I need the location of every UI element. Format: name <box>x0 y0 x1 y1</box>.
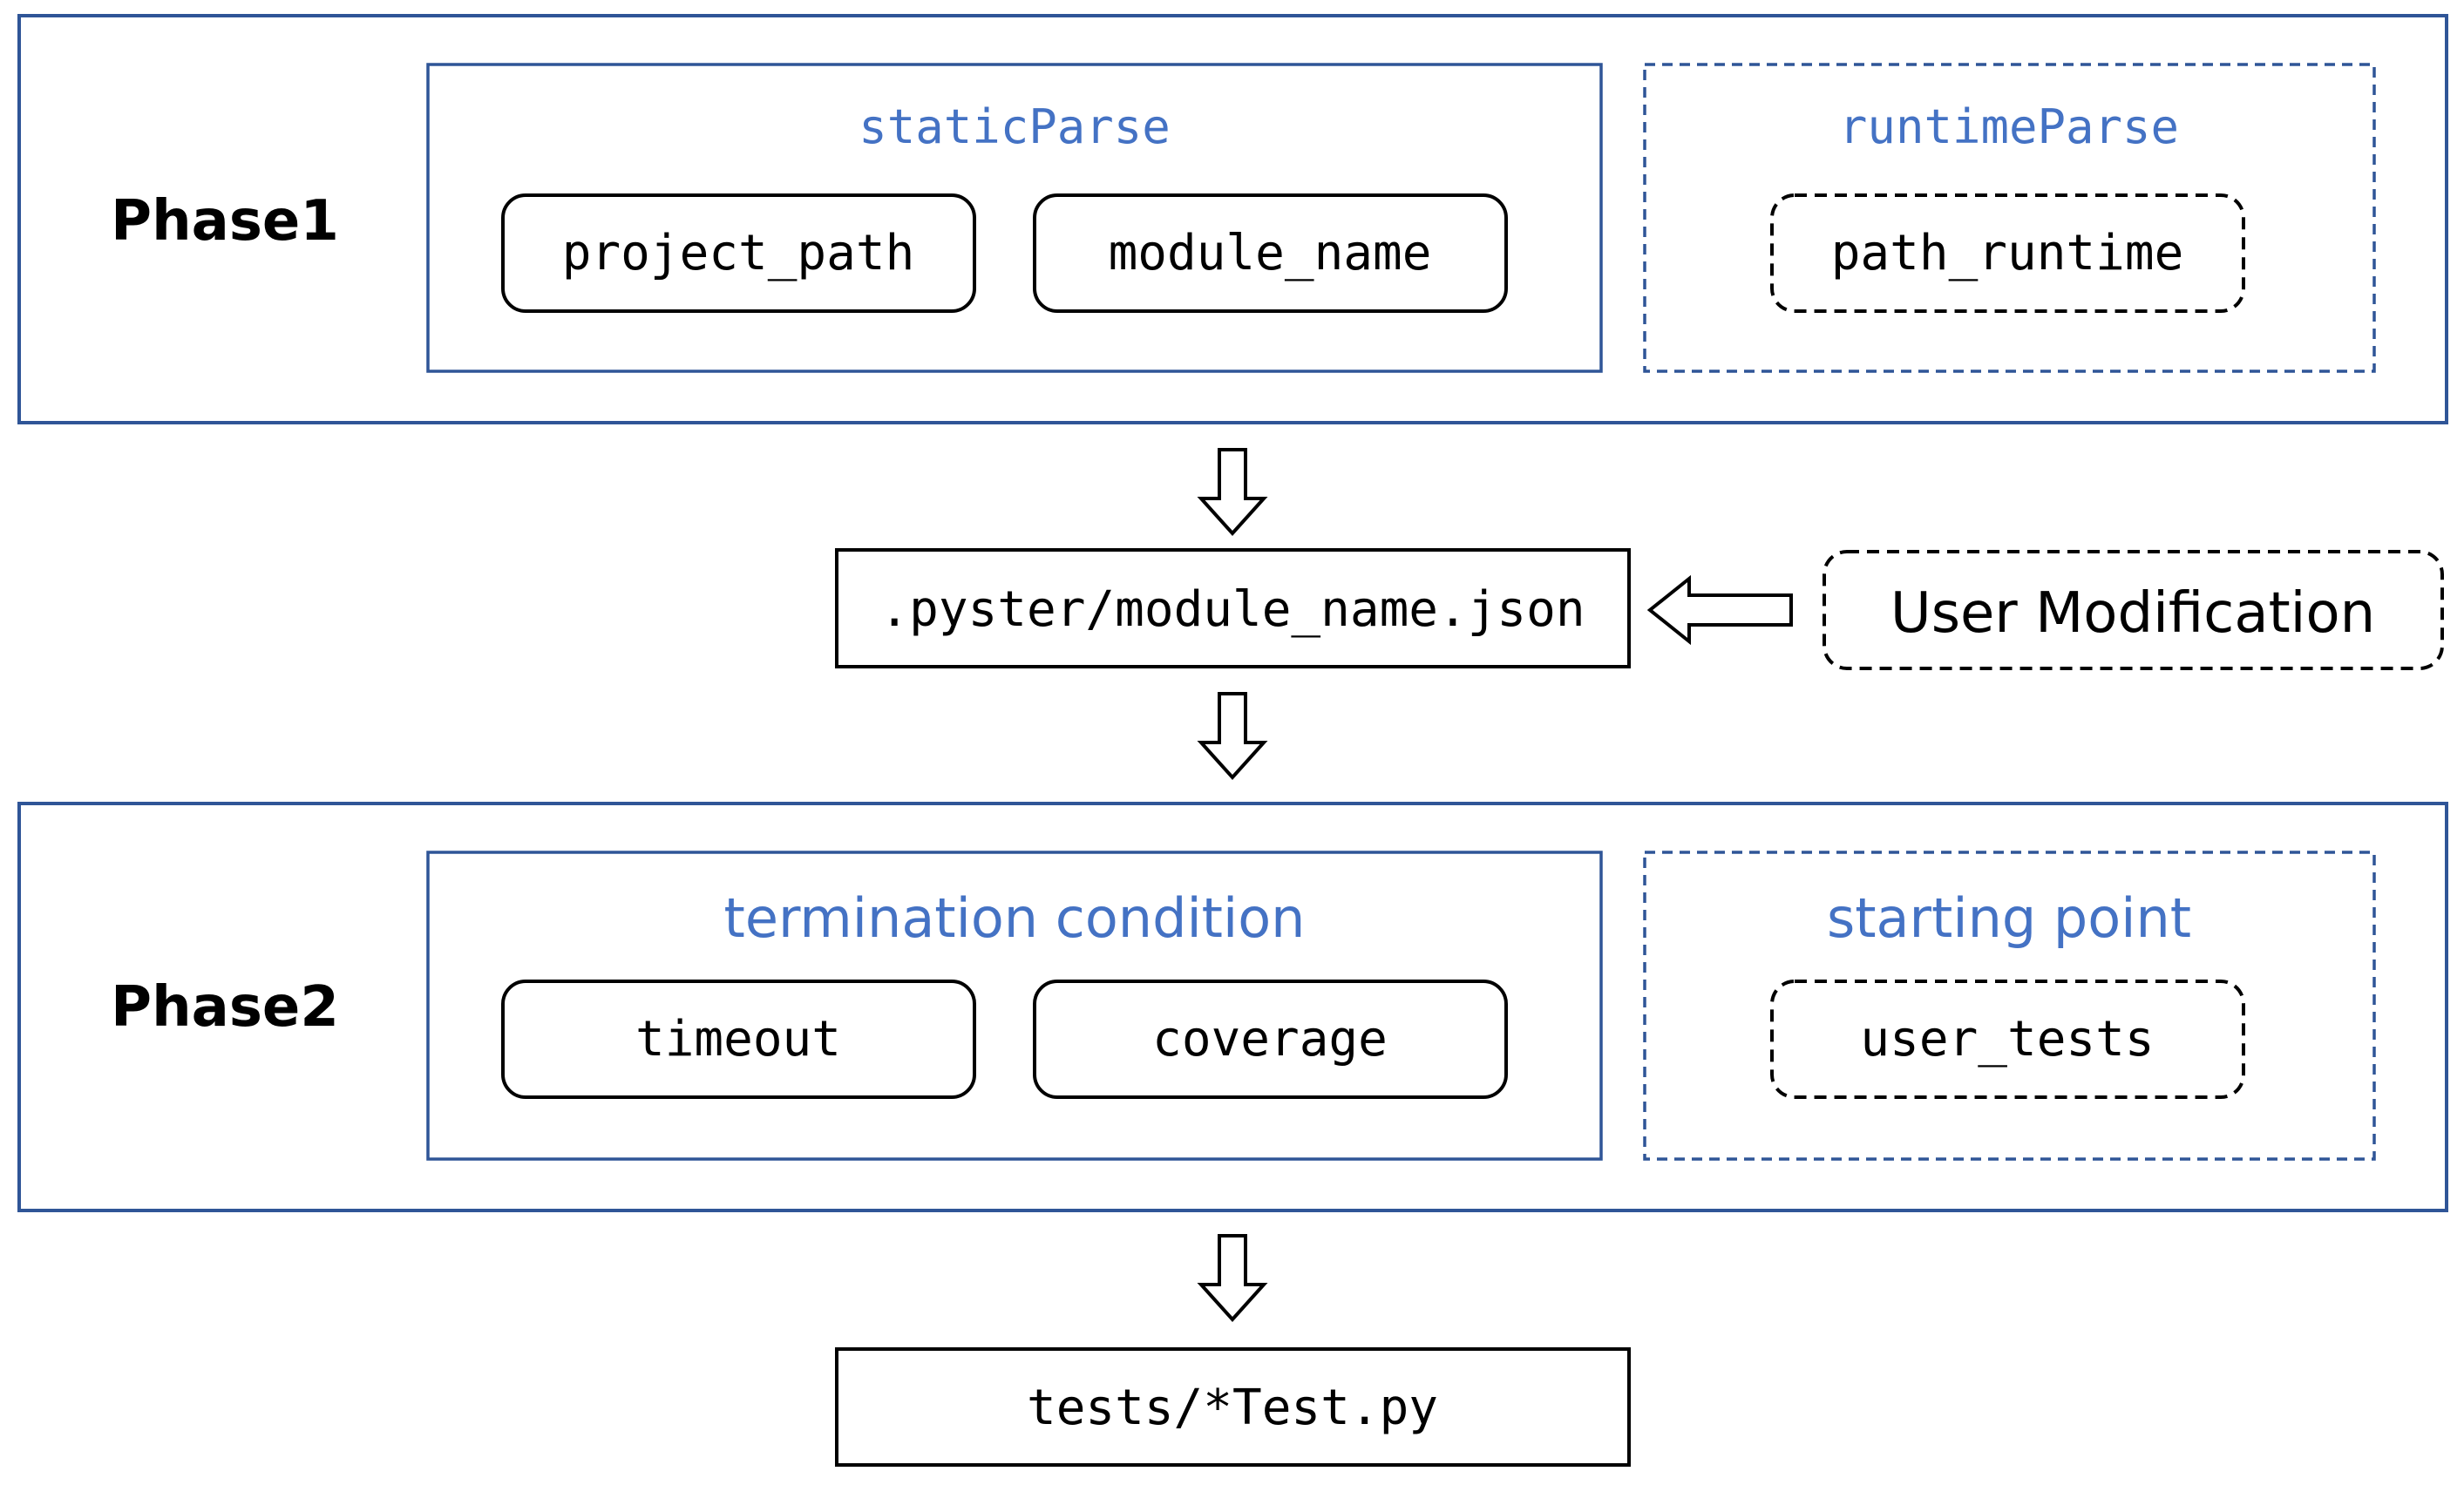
config-file-label: .pyster/module_name.json <box>879 581 1585 638</box>
starting-point-title: starting point <box>1827 886 2191 950</box>
phase1-label: Phase1 <box>111 189 339 254</box>
output-file-label: tests/*Test.py <box>1027 1380 1438 1436</box>
phase2-frame <box>17 802 2448 1212</box>
project-path-label: project_path <box>562 225 915 281</box>
user-tests-label: user_tests <box>1860 1011 2154 1068</box>
arrow-down-icon <box>1197 448 1268 536</box>
pipeline-diagram: Phase1 staticParse project_path module_n… <box>17 14 2448 1467</box>
path-runtime-label: path_runtime <box>1831 225 2184 281</box>
coverage-label: coverage <box>1152 1011 1388 1068</box>
phase2-label: Phase2 <box>111 975 339 1040</box>
phase1-frame <box>17 14 2448 424</box>
arrow-left-icon <box>1646 574 1793 646</box>
module-name-label: module_name <box>1109 225 1432 281</box>
timeout-label: timeout <box>635 1011 841 1068</box>
runtime-parse-title: runtimeParse <box>1839 99 2179 154</box>
arrow-down-icon <box>1197 1234 1268 1322</box>
static-parse-title: staticParse <box>859 99 1171 154</box>
termination-condition-title: termination condition <box>724 886 1306 950</box>
arrow-down-icon <box>1197 692 1268 780</box>
user-modification-label: User Modification <box>1890 581 2375 646</box>
